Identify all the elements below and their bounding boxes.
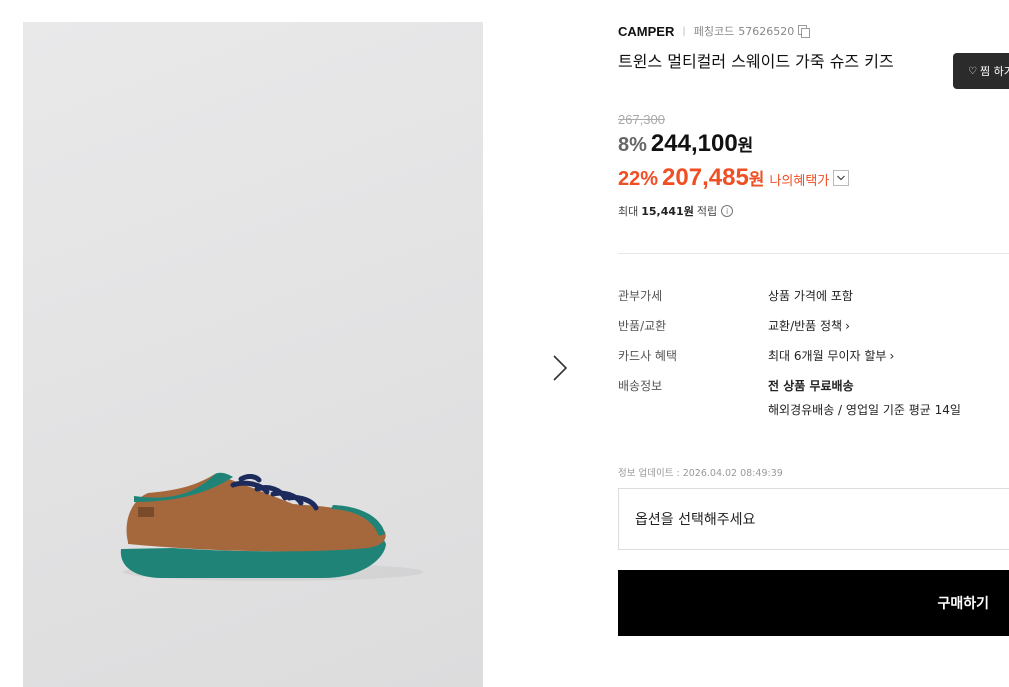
benefit-rate: 22% [618,168,659,190]
currency: 원 [737,136,754,156]
discount-rate: 8% [618,134,647,156]
buy-button[interactable]: 구매하기 [618,570,1009,636]
copy-icon[interactable] [798,25,811,38]
points-amount: 15,441원 [641,205,694,218]
shoe-illustration [120,472,423,581]
info-icon[interactable]: i [721,205,734,217]
points-info: 최대 15,441원 적립 i [618,203,734,219]
spec-key: 반품/교환 [618,319,667,333]
benefit-dropdown-toggle[interactable] [833,170,850,186]
benefit-currency: 원 [748,170,765,190]
wishlist-label: 찜 하기 [979,65,1009,78]
benefit-price: 207,485 [662,164,749,191]
return-policy-link[interactable]: 교환/반품 정책 › [768,317,850,334]
spec-value: 상품 가격에 포함 [768,289,853,303]
sale-price-row: 8% 244,100 원 [618,130,753,158]
spec-key: 카드사 혜택 [618,349,678,363]
option-select[interactable]: 옵션을 선택해주세요 [618,488,1009,550]
spec-key: 관부가세 [618,289,663,303]
heart-icon: ♡ [968,65,977,77]
chevron-right-icon [553,355,568,381]
chevron-down-icon [837,175,846,181]
next-image-arrow[interactable] [545,350,575,386]
code-label: 페칭코드 [693,25,735,38]
update-timestamp: 정보 업데이트 : 2026.04.02 08:49:39 [618,468,783,479]
original-price: 267,300 [618,112,665,127]
product-info-panel: CAMPER | 페칭코드 57626520 트윈스 멀티컬러 스웨이드 가죽 … [618,0,1009,687]
sale-price: 244,100 [650,130,738,157]
chevron-right-icon: › [889,349,895,363]
brand-name[interactable]: CAMPER [618,24,674,39]
product-code: 57626520 [738,24,795,38]
option-placeholder: 옵션을 선택해주세요 [635,512,756,528]
points-suffix: 적립 [696,205,718,218]
divider [618,253,1009,254]
product-title: 트윈스 멀티컬러 스웨이드 가죽 슈즈 키즈 [618,52,894,71]
shipping-detail: 해외경유배송 / 영업일 기준 평균 14일 [768,403,961,417]
benefit-label: 나의혜택가 [769,174,830,189]
product-image [23,22,483,687]
separator: | [682,25,686,37]
buy-label: 구매하기 [937,596,989,612]
points-prefix: 최대 [618,205,639,218]
benefit-price-row: 22% 207,485 원 나의혜택가 [618,164,850,192]
spec-key: 배송정보 [618,379,663,393]
shipping-free: 전 상품 무료배송 [768,379,854,393]
brand-row: CAMPER | 페칭코드 57626520 [618,22,811,40]
chevron-right-icon: › [845,319,850,333]
wishlist-button[interactable]: ♡ 찜 하기 [953,53,1009,89]
card-benefit-link[interactable]: 최대 6개월 무이자 할부 › [768,347,894,364]
